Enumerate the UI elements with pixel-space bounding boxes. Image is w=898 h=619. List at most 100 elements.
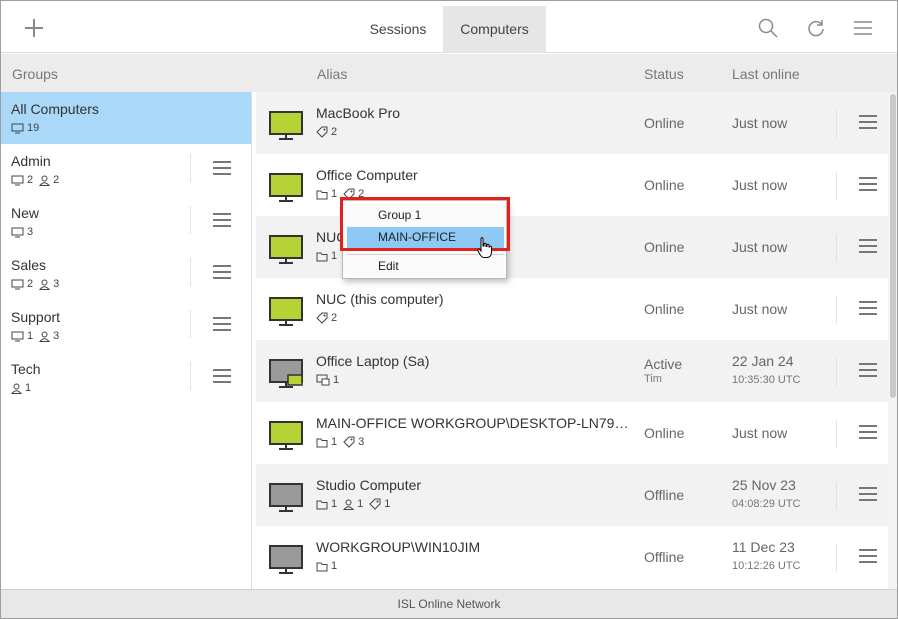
status-header[interactable]: Status bbox=[644, 66, 684, 82]
computer-count: 2 bbox=[27, 278, 34, 290]
computer-meta: 2 bbox=[316, 126, 337, 138]
session-count: 1 bbox=[333, 374, 340, 386]
group-menu-icon[interactable] bbox=[213, 317, 231, 331]
divider bbox=[836, 296, 837, 324]
computer-menu-icon[interactable] bbox=[859, 363, 877, 377]
group-name: Tech bbox=[11, 361, 41, 377]
groups-header: Groups bbox=[12, 66, 58, 82]
app-window: Sessions Computers Groups Alias Status L… bbox=[0, 0, 898, 619]
computer-status-user: Tim bbox=[644, 373, 662, 385]
column-header: Groups Alias Status Last online bbox=[1, 54, 897, 92]
computer-icon bbox=[11, 227, 24, 237]
computer-menu-icon[interactable] bbox=[859, 239, 877, 253]
online-computer-icon bbox=[269, 235, 303, 264]
computer-last-online: Just now bbox=[732, 177, 788, 193]
tag-icon bbox=[316, 312, 328, 324]
top-toolbar: Sessions Computers bbox=[1, 1, 897, 53]
computer-count: 2 bbox=[27, 174, 34, 186]
tag-icon bbox=[343, 436, 355, 448]
scrollbar-thumb[interactable] bbox=[890, 94, 896, 398]
tag-count: 3 bbox=[358, 436, 365, 448]
computer-row-macbook-pro[interactable]: MacBook Pro 2 Online Just now bbox=[256, 92, 888, 154]
group-item-sales[interactable]: Sales 2 3 bbox=[1, 248, 251, 300]
computer-alias: MAIN-OFFICE WORKGROUP\DESKTOP-LN79… bbox=[316, 415, 629, 431]
tag-count: 1 bbox=[384, 498, 391, 510]
folder-count: 1 bbox=[331, 560, 338, 572]
tab-computers[interactable]: Computers bbox=[443, 6, 546, 53]
divider bbox=[836, 544, 837, 572]
last-online-header[interactable]: Last online bbox=[732, 66, 800, 82]
group-menu-icon[interactable] bbox=[213, 161, 231, 175]
group-item-tech[interactable]: Tech 1 bbox=[1, 352, 251, 404]
computer-last-online: 11 Dec 23 bbox=[732, 539, 795, 555]
computer-menu-icon[interactable] bbox=[859, 425, 877, 439]
computer-list: MacBook Pro 2 Online Just now Office Com… bbox=[256, 92, 897, 589]
divider bbox=[190, 310, 191, 338]
group-menu-icon[interactable] bbox=[213, 213, 231, 227]
group-meta: 1 3 bbox=[11, 330, 59, 342]
add-icon[interactable] bbox=[19, 13, 49, 43]
divider bbox=[836, 358, 837, 386]
tag-icon bbox=[369, 498, 381, 510]
computer-alias: NUC (this computer) bbox=[316, 291, 444, 307]
folder-icon bbox=[316, 252, 328, 261]
group-name: All Computers bbox=[11, 101, 99, 117]
divider bbox=[190, 154, 191, 182]
group-item-support[interactable]: Support 1 3 bbox=[1, 300, 251, 352]
group-item-admin[interactable]: Admin 2 2 bbox=[1, 144, 251, 196]
computer-row-nuc-this-computer[interactable]: NUC (this computer) 2 Online Just now bbox=[256, 278, 888, 340]
folder-count: 1 bbox=[331, 436, 338, 448]
computer-last-online: Just now bbox=[732, 239, 788, 255]
group-meta: 2 2 bbox=[11, 174, 59, 186]
group-item-all-computers[interactable]: All Computers 19 bbox=[1, 92, 251, 144]
offline-computer-icon bbox=[269, 545, 303, 574]
hamburger-menu-icon[interactable] bbox=[852, 17, 874, 39]
computer-status: Offline bbox=[644, 549, 685, 565]
computer-last-online-time: 04:08:29 UTC bbox=[732, 498, 801, 510]
computer-count: 19 bbox=[27, 122, 40, 134]
computer-status: Offline bbox=[644, 487, 685, 503]
refresh-icon[interactable] bbox=[805, 17, 827, 39]
group-meta: 2 3 bbox=[11, 278, 59, 290]
groups-panel: All Computers 19 Admin 2 2 New 3 Sales 2… bbox=[1, 92, 252, 589]
computer-row-studio-computer[interactable]: Studio Computer 1 1 1 Offline 25 Nov 23 … bbox=[256, 464, 888, 526]
computer-status: Online bbox=[644, 177, 685, 193]
tag-count: 2 bbox=[331, 312, 338, 324]
computer-menu-icon[interactable] bbox=[859, 301, 877, 315]
computer-icon bbox=[11, 175, 24, 185]
folder-icon bbox=[316, 500, 328, 509]
group-menu-icon[interactable] bbox=[213, 369, 231, 383]
alias-header[interactable]: Alias bbox=[317, 66, 347, 82]
computer-menu-icon[interactable] bbox=[859, 549, 877, 563]
tab-sessions[interactable]: Sessions bbox=[353, 6, 443, 53]
computer-meta: 1 bbox=[316, 560, 337, 572]
divider bbox=[836, 172, 837, 200]
context-menu-item-edit[interactable]: Edit bbox=[347, 256, 504, 277]
folder-count: 1 bbox=[331, 250, 338, 262]
divider bbox=[190, 206, 191, 234]
tag-count: 2 bbox=[331, 126, 338, 138]
search-icon[interactable] bbox=[757, 17, 779, 39]
computer-row-office-laptop[interactable]: Office Laptop (Sa) 1 Active Tim 22 Jan 2… bbox=[256, 340, 888, 402]
computer-meta: 2 bbox=[316, 312, 337, 324]
computer-menu-icon[interactable] bbox=[859, 115, 877, 129]
group-item-new[interactable]: New 3 bbox=[1, 196, 251, 248]
computer-menu-icon[interactable] bbox=[859, 177, 877, 191]
group-menu-icon[interactable] bbox=[213, 265, 231, 279]
online-computer-icon bbox=[269, 297, 303, 326]
computer-last-online: 25 Nov 23 bbox=[732, 477, 796, 493]
online-computer-icon bbox=[269, 421, 303, 450]
computer-alias: Office Laptop (Sa) bbox=[316, 353, 430, 369]
computer-row-win10jim[interactable]: WORKGROUP\WIN10JIM 1 Offline 11 Dec 23 1… bbox=[256, 526, 888, 588]
computer-menu-icon[interactable] bbox=[859, 487, 877, 501]
network-status-bar: ISL Online Network bbox=[1, 589, 897, 618]
divider bbox=[836, 420, 837, 448]
computer-last-online: Just now bbox=[732, 115, 788, 131]
group-meta: 3 bbox=[11, 226, 33, 238]
computer-status: Online bbox=[644, 425, 685, 441]
computer-row-main-office-desktop[interactable]: MAIN-OFFICE WORKGROUP\DESKTOP-LN79… 1 3 … bbox=[256, 402, 888, 464]
computer-icon bbox=[11, 279, 24, 289]
computer-status: Active bbox=[644, 356, 683, 372]
folder-icon bbox=[316, 562, 328, 571]
group-name: Admin bbox=[11, 153, 51, 169]
